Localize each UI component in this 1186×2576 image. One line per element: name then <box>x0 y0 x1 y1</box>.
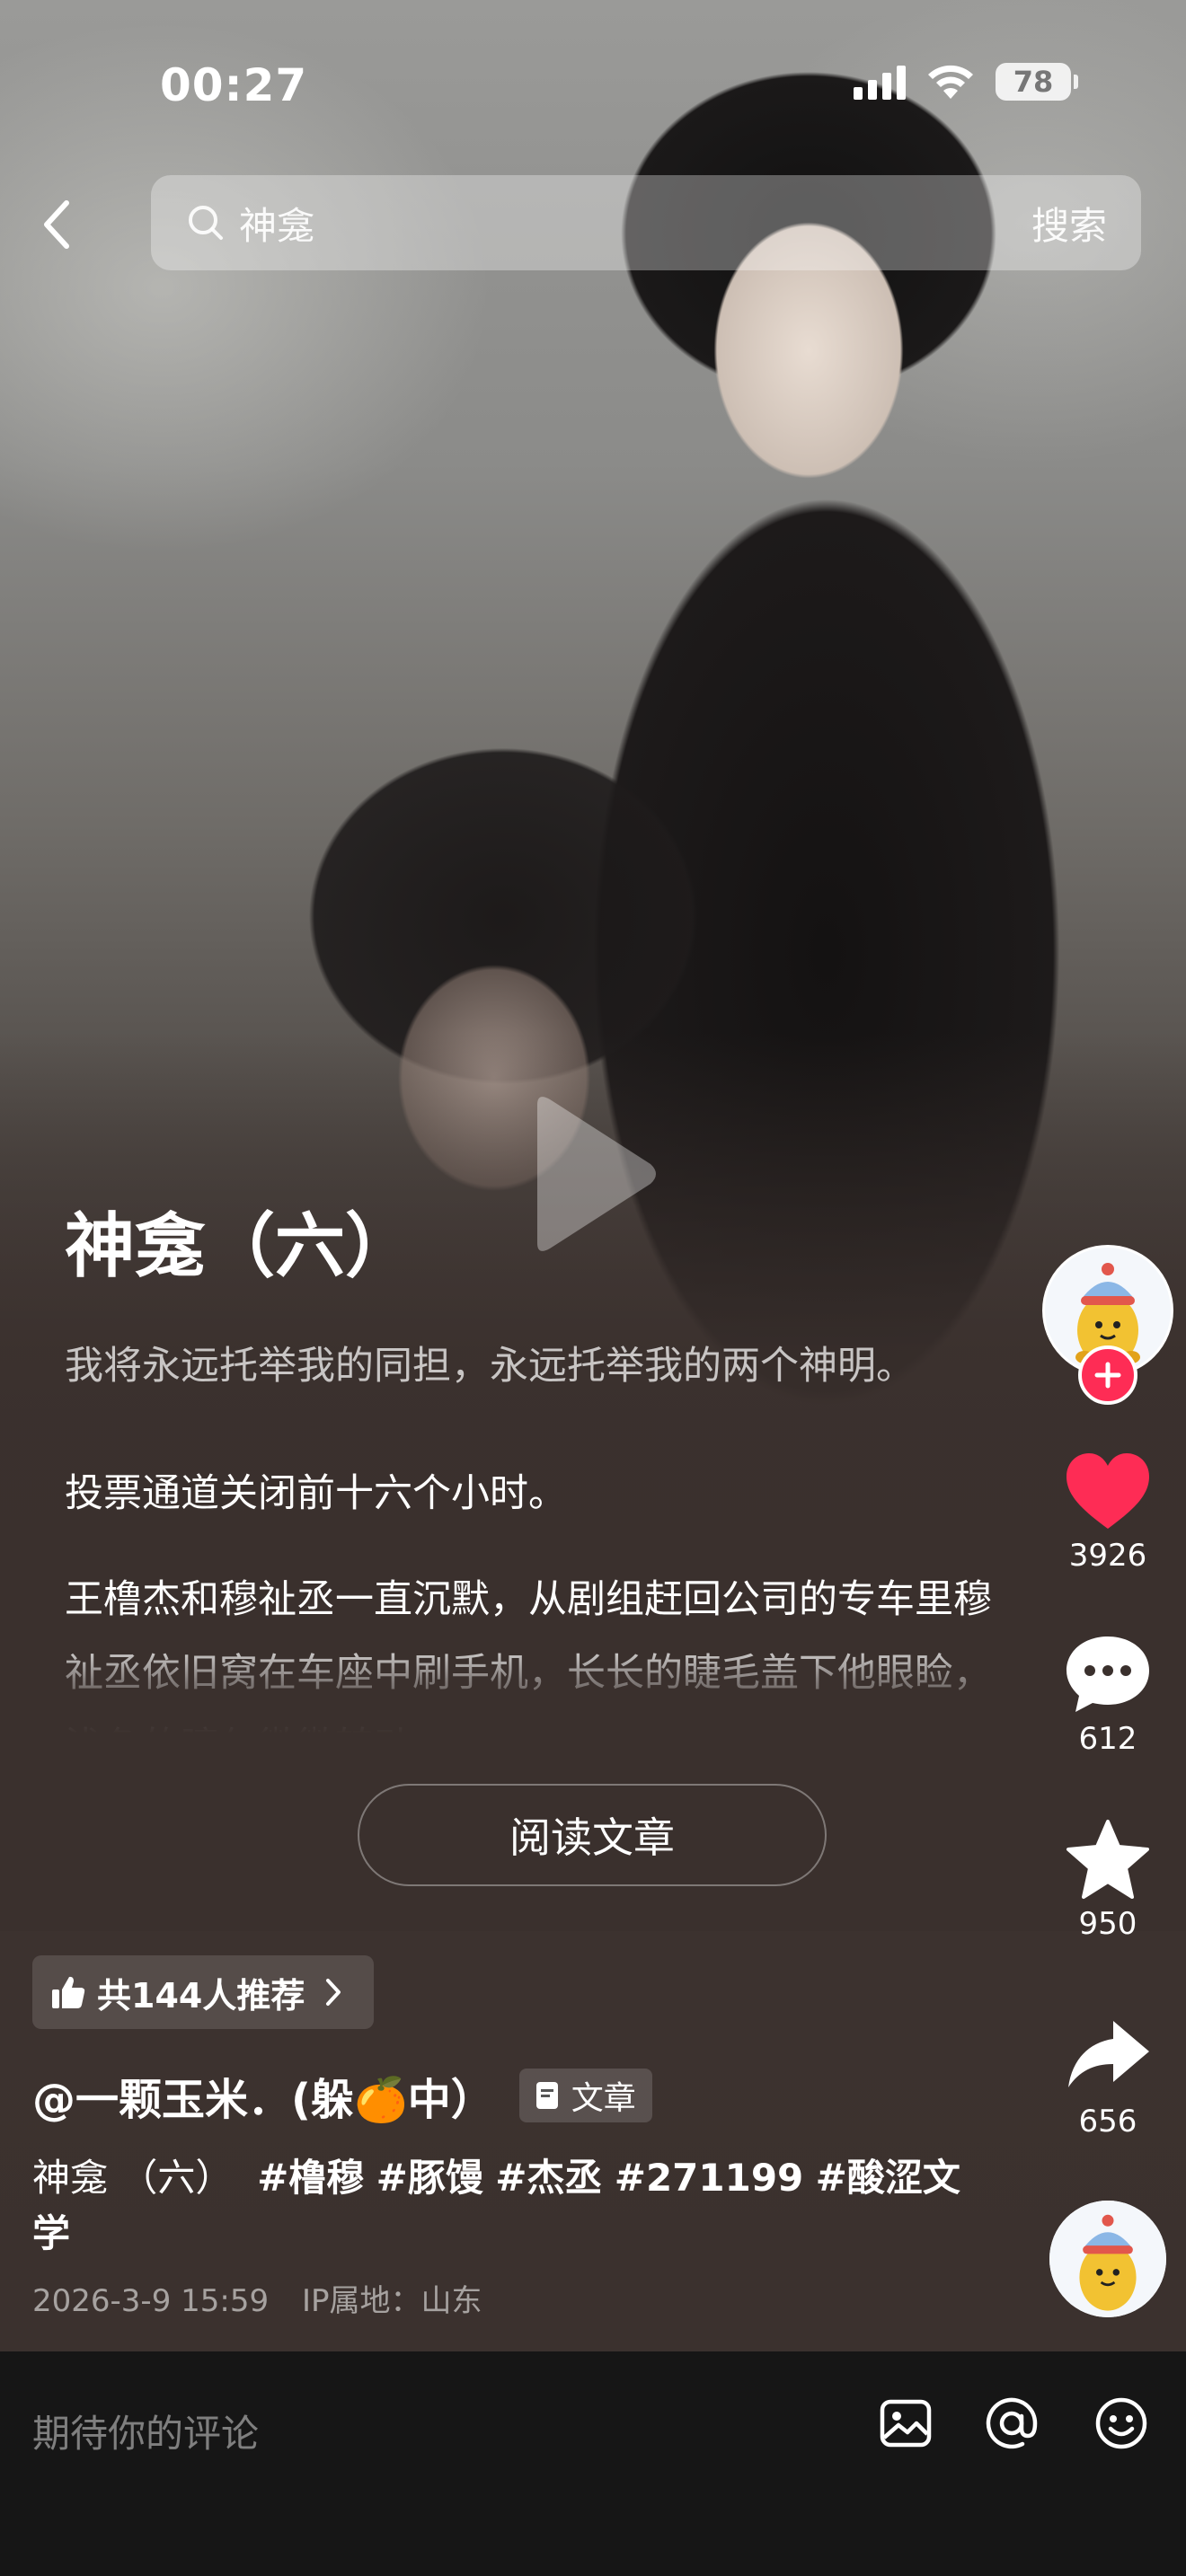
article-type-label: 文章 <box>571 2080 636 2117</box>
status-icons: 78 <box>854 63 1078 101</box>
author-name[interactable]: @一颗玉米．(躲🍊中） <box>32 2064 494 2127</box>
article-paragraph-1: 我将永远托举我的同担，永远托举我的两个神明。 <box>65 1344 915 1389</box>
back-button[interactable] <box>40 189 93 260</box>
wifi-icon <box>928 65 973 99</box>
thumbs-up-icon <box>52 1976 85 2008</box>
author-row: @一颗玉米．(躲🍊中） 文章 <box>32 2064 652 2127</box>
battery-indicator: 78 <box>996 63 1078 101</box>
article-title: 神龛（六） <box>65 1206 416 1287</box>
chevron-right-icon <box>326 1979 341 2006</box>
hashtag[interactable]: #豚馒 <box>376 2156 483 2200</box>
share-count: 656 <box>1078 2104 1137 2139</box>
mention-icon[interactable] <box>983 2395 1040 2452</box>
image-icon[interactable] <box>877 2395 934 2452</box>
like-button[interactable]: 3926 <box>1051 1450 1164 1574</box>
heart-icon <box>1067 1453 1149 1529</box>
recommend-chip[interactable]: 共144人推荐 <box>32 1955 374 2029</box>
follow-button[interactable] <box>1078 1345 1137 1405</box>
emoji-icon[interactable] <box>1093 2395 1150 2452</box>
comment-button[interactable]: 612 <box>1051 1633 1164 1757</box>
document-icon <box>535 2082 558 2109</box>
search-button[interactable]: 搜索 <box>1005 196 1141 251</box>
search-icon <box>189 206 223 240</box>
plus-icon <box>1094 1362 1121 1389</box>
play-icon[interactable] <box>519 1089 663 1259</box>
star-icon <box>1067 1820 1149 1899</box>
music-disc-avatar[interactable] <box>1049 2201 1166 2317</box>
like-count: 3926 <box>1068 1538 1147 1574</box>
ip-location: IP属地：山东 <box>301 2283 482 2319</box>
search-box[interactable]: 神龛 搜索 <box>151 175 1141 270</box>
chevron-left-icon <box>44 200 69 249</box>
cellular-signal-icon <box>854 64 906 100</box>
favorite-count: 950 <box>1078 1906 1137 1942</box>
comment-bubble-icon <box>1067 1636 1149 1712</box>
comment-bar: 期待你的评论 <box>0 2351 1186 2576</box>
share-arrow-icon <box>1068 2021 1149 2087</box>
search-query[interactable]: 神龛 <box>239 196 1005 251</box>
post-meta: 2026-3-9 15:59 IP属地：山东 <box>32 2276 482 2320</box>
favorite-button[interactable]: 950 <box>1051 1818 1164 1942</box>
status-time: 00:27 <box>160 59 308 111</box>
article-paragraph-2: 投票通道关闭前十六个小时。 <box>65 1471 567 1516</box>
post-description: 神龛 （六） #橹穆 #豚馒 #杰丞 #271199 #酸涩文学 <box>32 2150 967 2262</box>
video-article-screen: 00:27 78 神龛 搜索 神龛（六） 我将永远托举我的同担，永远托举我的两个… <box>0 0 1186 2576</box>
comment-count: 612 <box>1078 1721 1137 1757</box>
article-paragraph-3: 王橹杰和穆祉丞一直沉默，从剧组赶回公司的专车里穆祉丞依旧窝在车座中刷手机，长长的… <box>65 1577 992 1734</box>
read-article-button[interactable]: 阅读文章 <box>358 1784 827 1886</box>
corn-mascot-icon <box>1049 2201 1166 2317</box>
comment-input[interactable]: 期待你的评论 <box>32 2404 259 2458</box>
share-button[interactable]: 656 <box>1051 2016 1164 2139</box>
article-type-tag: 文章 <box>518 2069 652 2122</box>
description-title: 神龛 （六） <box>32 2156 234 2200</box>
recommend-label: 共144人推荐 <box>97 1975 305 2016</box>
hashtag[interactable]: #橹穆 <box>257 2156 364 2200</box>
post-date: 2026-3-9 15:59 <box>32 2283 270 2319</box>
hashtag[interactable]: #271199 <box>615 2156 804 2200</box>
hashtag[interactable]: #杰丞 <box>495 2156 602 2200</box>
